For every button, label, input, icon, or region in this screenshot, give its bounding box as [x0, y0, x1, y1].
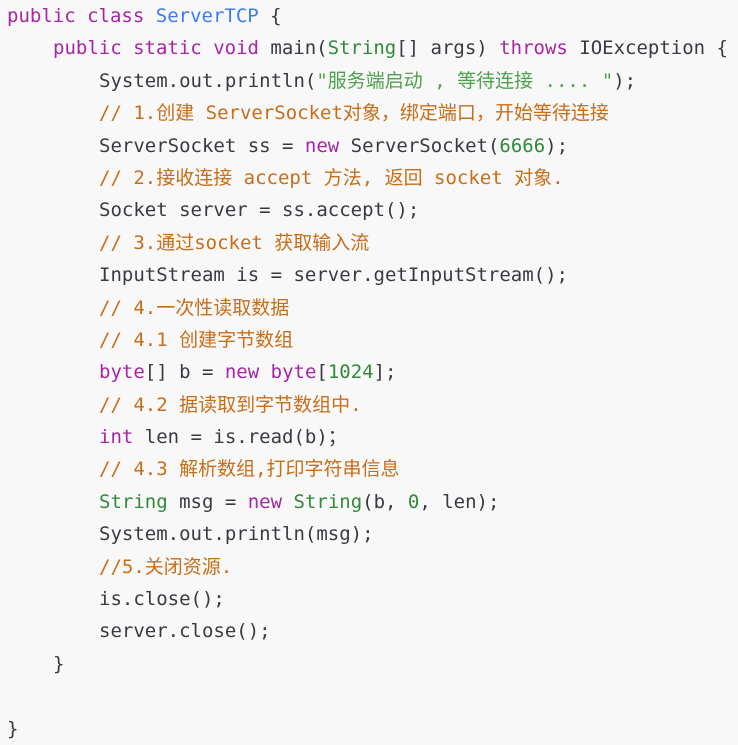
- code-token-plain: (b,: [362, 490, 408, 513]
- code-line: String msg = new String(b, 0, len);: [0, 486, 738, 518]
- code-line: }: [0, 648, 738, 680]
- code-token-kw: new: [304, 134, 340, 157]
- code-token-class: ServerTCP: [155, 5, 259, 27]
- code-lines: public class ServerTCP {public static vo…: [0, 0, 738, 745]
- code-token-num: 1024: [327, 361, 374, 384]
- code-token-comment: // 4.1 创建字节数组: [99, 328, 294, 351]
- code-token-plain: [] args): [396, 37, 500, 60]
- code-token-plain: Socket server = ss.accept();: [99, 199, 420, 222]
- code-token-kw: byte: [99, 361, 145, 384]
- code-block: public class ServerTCP {public static vo…: [0, 0, 738, 740]
- code-token-kw: static: [133, 37, 202, 60]
- code-token-plain: }: [7, 717, 19, 740]
- code-line: }: [0, 713, 738, 745]
- code-token-kw: new: [224, 361, 260, 384]
- code-line: InputStream is = server.getInputStream()…: [0, 259, 738, 291]
- code-token-comment: //5.关闭资源.: [99, 555, 233, 578]
- code-token-plain: is.close();: [99, 588, 225, 611]
- code-token-plain: [: [316, 361, 328, 384]
- code-line: public static void main(String[] args) t…: [0, 32, 738, 64]
- code-line: // 4.3 解析数组,打印字符串信息: [0, 453, 738, 485]
- code-token-plain: System.out.println(msg);: [99, 523, 374, 546]
- code-token-plain: );: [545, 134, 569, 157]
- code-token-comment: // 4.2 据读取到字节数组中.: [99, 393, 362, 416]
- code-token-plain: ServerSocket ss =: [99, 134, 305, 157]
- code-line: System.out.println(msg);: [0, 518, 738, 550]
- code-token-kw: class: [87, 5, 145, 27]
- code-token-comment: // 1.创建 ServerSocket对象，绑定端口，开始等待连接: [99, 102, 609, 125]
- code-token-kw: void: [213, 37, 259, 60]
- code-token-comment: // 2.接收连接 accept 方法, 返回 socket 对象.: [99, 166, 564, 189]
- code-token-type: String: [293, 490, 363, 513]
- code-line: byte[] b = new byte[1024];: [0, 356, 738, 388]
- code-token-kw: public: [53, 37, 122, 60]
- code-line: int len = is.read(b)；: [0, 421, 738, 453]
- code-token-plain: ];: [373, 361, 397, 384]
- code-token-kw: public: [7, 5, 76, 27]
- code-token-plain: [] b =: [144, 361, 225, 384]
- code-token-comment: // 4.一次性读取数据: [99, 296, 290, 319]
- code-token-comment: // 3.通过socket 获取输入流: [99, 231, 370, 254]
- code-line: Socket server = ss.accept();: [0, 194, 738, 226]
- code-line: // 4.1 创建字节数组: [0, 324, 738, 356]
- code-line: // 4.一次性读取数据: [0, 292, 738, 324]
- code-token-str: "服务端启动 , 等待连接 .... ": [316, 69, 614, 92]
- code-token-plain: IOException {: [567, 37, 728, 60]
- code-token-plain: server.close();: [99, 620, 271, 643]
- code-line: //5.关闭资源.: [0, 551, 738, 583]
- code-line: System.out.println("服务端启动 , 等待连接 .... ")…: [0, 65, 738, 97]
- code-token-kw: new: [247, 490, 283, 513]
- code-token-plain: ServerSocket(: [339, 134, 500, 157]
- code-token-kw: int: [99, 426, 134, 449]
- code-token-kw: throws: [499, 37, 568, 60]
- code-line: // 3.通过socket 获取输入流: [0, 227, 738, 259]
- code-line: ServerSocket ss = new ServerSocket(6666)…: [0, 130, 738, 162]
- code-line: is.close();: [0, 583, 738, 615]
- code-line: // 2.接收连接 accept 方法, 返回 socket 对象.: [0, 162, 738, 194]
- code-token-comment: // 4.3 解析数组,打印字符串信息: [99, 458, 400, 481]
- code-token-type: String: [327, 37, 397, 60]
- code-token-plain: );: [613, 69, 637, 92]
- code-token-plain: }: [53, 652, 65, 675]
- code-token-num: 0: [407, 490, 420, 513]
- code-token-num: 6666: [499, 134, 546, 157]
- code-token-plain: , len);: [419, 490, 500, 513]
- code-token-kw: byte: [270, 361, 317, 384]
- code-line: // 1.创建 ServerSocket对象，绑定端口，开始等待连接: [0, 97, 738, 129]
- code-token-plain: msg =: [167, 490, 248, 513]
- code-line: public class ServerTCP {: [0, 0, 738, 32]
- code-line: server.close();: [0, 615, 738, 647]
- code-token-plain: InputStream is = server.getInputStream()…: [99, 264, 568, 287]
- code-token-plain: System.out.println(: [99, 69, 317, 92]
- code-token-plain: len = is.read(b)；: [133, 426, 347, 449]
- code-line: // 4.2 据读取到字节数组中.: [0, 389, 738, 421]
- code-token-type: String: [99, 490, 168, 513]
- code-token-plain: main(: [258, 37, 328, 60]
- code-token-plain: {: [258, 5, 282, 27]
